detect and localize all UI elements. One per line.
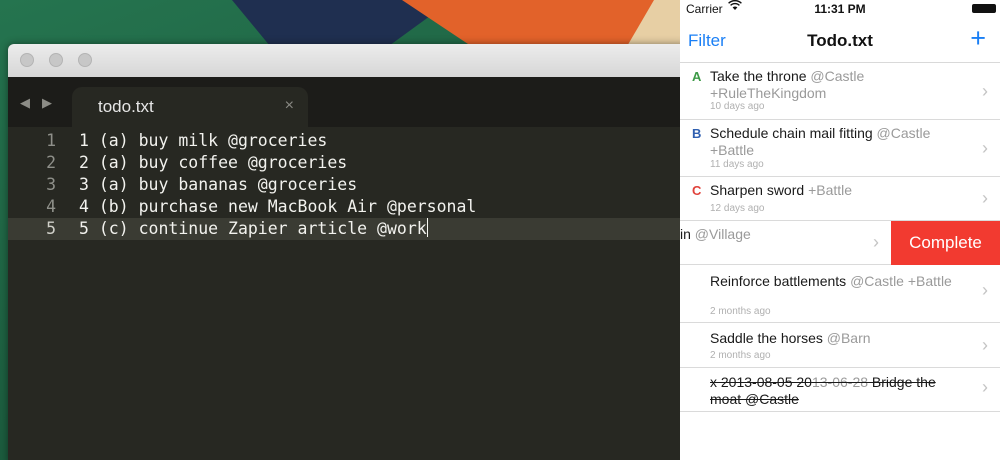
complete-button[interactable]: Complete xyxy=(891,221,1000,265)
task-row[interactable]: Saddle the horses @Barn 2 months ago › xyxy=(680,323,1000,368)
code-line-active[interactable]: 5 5 (c) continue Zapier article @work xyxy=(8,218,688,240)
text-cursor xyxy=(426,218,428,237)
line-number: 2 xyxy=(46,153,56,172)
line-number: 1 xyxy=(46,131,56,150)
tab-todo-txt[interactable]: todo.txt × xyxy=(72,87,308,127)
task-text: Take the throne @Castle +RuleTheKingdom xyxy=(710,68,968,102)
task-row[interactable]: C Sharpen sword +Battle 12 days ago › xyxy=(680,177,1000,221)
code-line[interactable]: 4 4 (b) purchase new MacBook Air @person… xyxy=(8,196,688,218)
task-title: Sharpen sword xyxy=(710,182,809,198)
phone-screen: Carrier 11:31 PM Filter Todo.txt + A Tak… xyxy=(680,0,1000,460)
zoom-window-button[interactable] xyxy=(78,53,92,67)
code-area[interactable]: 1 1 (a) buy milk @groceries 2 2 (a) buy … xyxy=(8,127,688,240)
chevron-right-icon: › xyxy=(982,377,988,397)
task-title: in xyxy=(680,226,695,242)
line-number: 3 xyxy=(46,175,56,194)
title-bar[interactable] xyxy=(8,44,688,77)
priority-label: C xyxy=(692,183,702,198)
task-context: +Battle xyxy=(808,182,853,198)
task-title: Saddle the horses xyxy=(710,330,827,346)
task-age: 2 months ago xyxy=(710,350,771,361)
task-row-completed[interactable]: x 2013-08-05 2013-06-28 Bridge the moat … xyxy=(680,368,1000,412)
chevron-right-icon: › xyxy=(982,188,988,208)
task-age: 2 months ago xyxy=(710,306,771,317)
status-bar: Carrier 11:31 PM xyxy=(680,0,1000,17)
editor-window: ◀ ▶ todo.txt × 1 1 (a) buy milk @groceri… xyxy=(8,44,688,460)
task-context: @Village xyxy=(694,226,751,242)
page-title: Todo.txt xyxy=(807,31,873,50)
task-title: Reinforce battlements xyxy=(710,273,851,289)
priority-label: A xyxy=(692,69,702,84)
line-text: 4 (b) purchase new MacBook Air @personal xyxy=(79,197,477,216)
task-context: @Barn xyxy=(826,330,871,346)
chevron-right-icon: › xyxy=(873,232,879,252)
line-text: 5 (c) continue Zapier article @work xyxy=(79,219,427,238)
code-line[interactable]: 3 3 (a) buy bananas @groceries xyxy=(8,174,688,196)
task-text: x 2013-08-05 2013-06-28 Bridge the moat … xyxy=(710,374,960,408)
task-age: 12 days ago xyxy=(710,203,765,214)
task-age: 11 days ago xyxy=(710,159,764,170)
line-text-wrap: 5 (c) continue Zapier article @work xyxy=(79,218,428,240)
task-row-swiped[interactable]: in @Village › Complete xyxy=(680,221,1000,265)
task-text: Schedule chain mail fitting @Castle +Bat… xyxy=(710,125,968,159)
chevron-right-icon: › xyxy=(982,280,988,300)
tab-bar: ◀ ▶ todo.txt × xyxy=(8,77,688,127)
line-number: 5 xyxy=(46,219,56,238)
forward-arrow-icon[interactable]: ▶ xyxy=(42,95,52,111)
task-age: 10 days ago xyxy=(710,101,765,112)
task-row[interactable]: Reinforce battlements @Castle +Battle 2 … xyxy=(680,265,1000,323)
line-number: 4 xyxy=(46,197,56,216)
chevron-right-icon: › xyxy=(982,138,988,158)
task-title: Schedule chain mail fitting xyxy=(710,125,877,141)
task-text: Saddle the horses @Barn xyxy=(710,330,968,347)
add-task-button[interactable]: + xyxy=(970,23,986,54)
line-text: 2 (a) buy coffee @groceries xyxy=(79,153,348,172)
task-date: 13-06-28 xyxy=(811,374,869,390)
chevron-right-icon: › xyxy=(982,335,988,355)
task-context: @Castle +Battle xyxy=(850,273,952,289)
line-text: 1 (a) buy milk @groceries xyxy=(79,131,328,150)
close-tab-icon[interactable]: × xyxy=(285,97,294,115)
task-row[interactable]: B Schedule chain mail fitting @Castle +B… xyxy=(680,120,1000,177)
code-line[interactable]: 2 2 (a) buy coffee @groceries xyxy=(8,152,688,174)
priority-label: B xyxy=(692,126,702,141)
minimize-window-button[interactable] xyxy=(49,53,63,67)
close-window-button[interactable] xyxy=(20,53,34,67)
battery-icon xyxy=(972,4,996,13)
back-arrow-icon[interactable]: ◀ xyxy=(20,95,30,111)
line-text: 3 (a) buy bananas @groceries xyxy=(79,175,358,194)
clock: 11:31 PM xyxy=(814,2,866,16)
tab-label: todo.txt xyxy=(98,97,154,116)
task-text: Sharpen sword +Battle xyxy=(710,182,968,199)
task-title: Take the throne xyxy=(710,68,811,84)
code-line[interactable]: 1 1 (a) buy milk @groceries xyxy=(8,130,688,152)
task-title: x 2013-08-05 20 xyxy=(710,374,812,390)
chevron-right-icon: › xyxy=(982,81,988,101)
task-row[interactable]: A Take the throne @Castle +RuleTheKingdo… xyxy=(680,63,1000,120)
task-text: Reinforce battlements @Castle +Battle xyxy=(710,273,968,290)
navigation-bar: Filter Todo.txt + xyxy=(680,17,1000,63)
